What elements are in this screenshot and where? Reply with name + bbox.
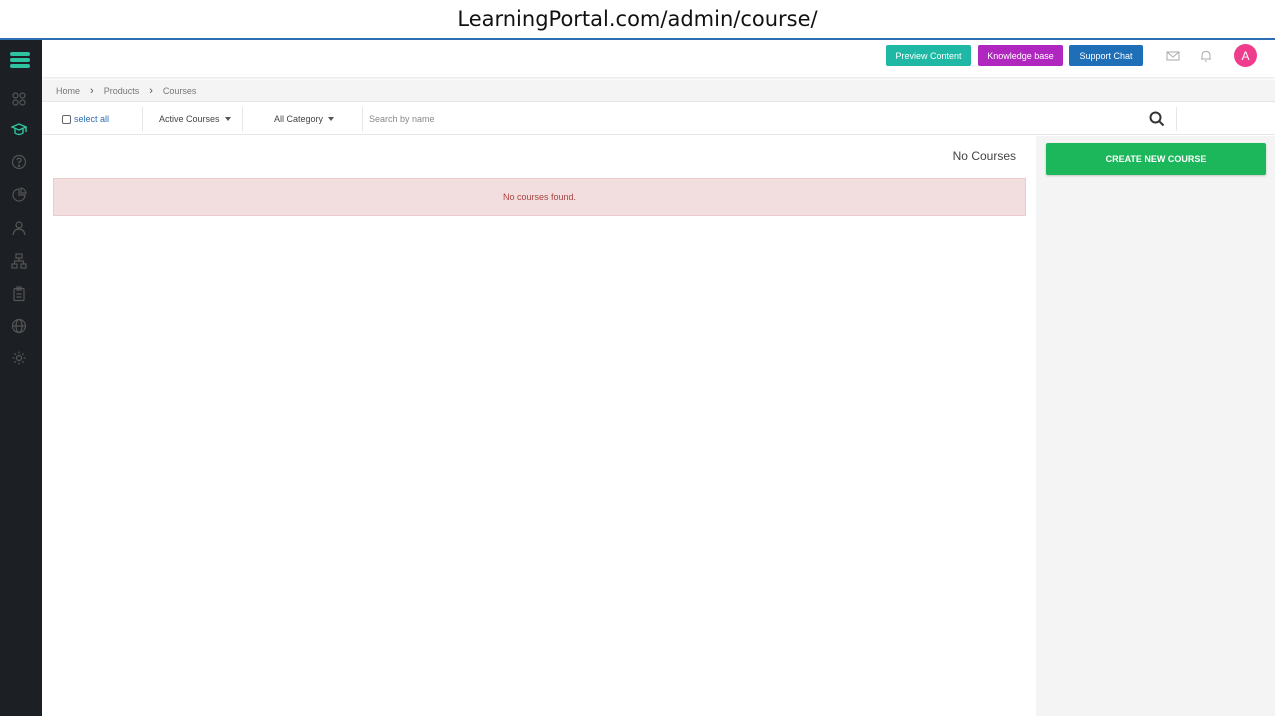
divider [362, 107, 363, 131]
search-icon[interactable] [1148, 110, 1166, 128]
bell-icon[interactable] [1199, 49, 1213, 63]
breadcrumb-home[interactable]: Home [56, 86, 80, 96]
course-list-area: No Courses No courses found. [42, 136, 1036, 716]
chevron-right-icon: › [90, 84, 94, 97]
breadcrumb-products[interactable]: Products [104, 86, 140, 96]
divider [242, 107, 243, 131]
knowledge-base-button[interactable]: Knowledge base [978, 45, 1063, 66]
user-avatar[interactable]: A [1234, 44, 1257, 67]
top-header: Preview Content Knowledge base Support C… [42, 40, 1275, 77]
category-dropdown-label[interactable]: All Category [274, 114, 323, 124]
url-banner: LearningPortal.com/admin/course/ [0, 0, 1275, 40]
empty-alert: No courses found. [53, 178, 1026, 216]
filter-bar: select all Active Courses All Category [42, 103, 1275, 135]
clipboard-icon[interactable] [11, 286, 27, 302]
status-dropdown[interactable]: Active Courses [159, 103, 231, 135]
divider [142, 107, 143, 131]
breadcrumb-courses: Courses [162, 85, 197, 96]
caret-down-icon [224, 117, 231, 121]
status-dropdown-label[interactable]: Active Courses [159, 114, 220, 124]
dashboard-icon[interactable] [11, 91, 27, 107]
mail-icon[interactable] [1166, 49, 1180, 63]
settings-gear-icon[interactable] [11, 350, 27, 366]
hierarchy-icon[interactable] [11, 253, 27, 269]
create-new-course-button[interactable]: CREATE NEW COURSE [1046, 143, 1266, 175]
select-all-checkbox[interactable] [62, 114, 71, 124]
category-dropdown[interactable]: All Category [274, 103, 335, 135]
course-count-label: No Courses [952, 149, 1016, 163]
support-chat-button[interactable]: Support Chat [1069, 45, 1143, 66]
stack-logo-icon[interactable] [9, 50, 31, 70]
preview-content-button[interactable]: Preview Content [886, 45, 971, 66]
help-circle-icon[interactable] [11, 154, 27, 170]
empty-alert-text: No courses found. [502, 192, 577, 202]
search-input[interactable] [369, 109, 789, 129]
sidebar [0, 40, 42, 716]
select-all-label[interactable]: select all [74, 114, 109, 124]
url-text: LearningPortal.com/admin/course/ [457, 7, 818, 31]
graduation-cap-icon[interactable] [11, 122, 27, 138]
breadcrumb: Home › Products › Courses [42, 80, 1275, 102]
pie-chart-icon[interactable] [11, 187, 27, 203]
right-panel: CREATE NEW COURSE [1036, 136, 1275, 716]
chevron-right-icon: › [149, 84, 153, 97]
users-icon[interactable] [11, 220, 27, 236]
globe-icon[interactable] [11, 318, 27, 334]
select-all-control[interactable]: select all [62, 103, 109, 135]
caret-down-icon [328, 117, 335, 121]
divider [1176, 107, 1177, 131]
